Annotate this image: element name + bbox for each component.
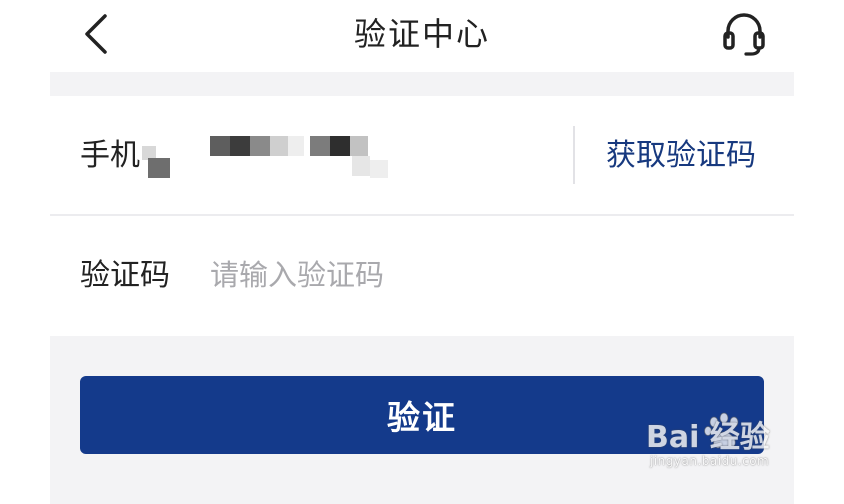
watermark-url: jingyan.baidu.com: [650, 454, 770, 468]
vertical-divider: [573, 126, 575, 184]
phone-label: 手机: [80, 138, 140, 173]
baidu-jingyan-watermark: Bai 经验 jingyan.baidu.com: [646, 410, 806, 468]
phone-row: 手机 获取验证码: [50, 96, 794, 214]
code-row: 验证码: [50, 216, 794, 334]
code-label: 验证码: [80, 258, 170, 293]
code-input[interactable]: [210, 252, 750, 298]
verification-form: 手机 获取验证码 验证码: [50, 96, 794, 336]
headset-icon: [723, 13, 765, 56]
watermark-logo-text: Bai 经验: [646, 420, 770, 455]
app-screen: 验证中心 手机 获取验证码 验证码 请输入验证码 验证 Bai 经验 jingy…: [0, 0, 844, 504]
top-bar: 验证中心: [0, 0, 844, 72]
customer-support-button[interactable]: [716, 8, 772, 60]
get-code-button[interactable]: 获取验证码: [606, 136, 756, 176]
